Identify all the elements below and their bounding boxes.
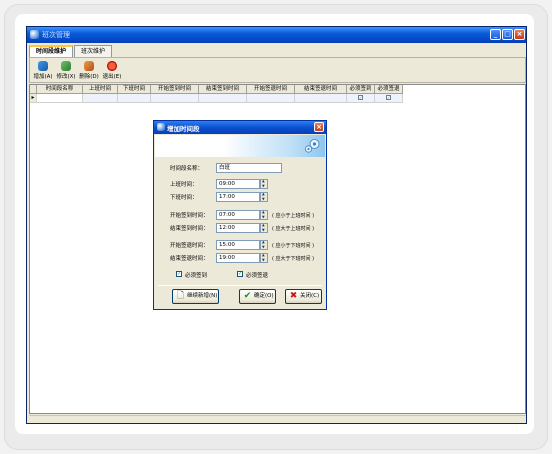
must-checkin-cell-checkbox[interactable]: ✓ [358, 95, 363, 100]
dialog-close-button[interactable]: × [314, 122, 324, 132]
table-cell[interactable] [199, 94, 247, 103]
name-label: 时间段名称： [170, 166, 204, 172]
must-checkout-label: 必须签退 [246, 273, 269, 279]
add-label: 增加(A) [33, 74, 53, 80]
edit-icon [61, 61, 71, 71]
off-time-field[interactable]: 17:00 [216, 192, 260, 202]
add-icon [38, 61, 48, 71]
checkin-end-hint: ( 应大于上班时间 ) [272, 226, 315, 232]
ok-label: 确定(O) [254, 293, 274, 299]
window-title: 班次管理 [42, 31, 70, 39]
title-bar[interactable]: 班次管理 _ □ × [27, 27, 526, 43]
checkout-start-hint: ( 应小于下班时间 ) [272, 243, 315, 249]
checkout-start-label: 开始签退时间： [170, 243, 209, 249]
checkin-start-spinner[interactable] [260, 210, 268, 220]
tab-strip: 时间段维护 班次维护 [29, 45, 113, 57]
dialog-cancel-button[interactable]: ✖ 关闭(C) [285, 289, 322, 304]
column-header[interactable]: 结束签到时间 [199, 85, 247, 94]
table-cell[interactable]: ✓ [347, 94, 375, 103]
checkout-end-label: 结束签退时间： [170, 256, 209, 262]
exit-button[interactable]: 退出(E) [101, 60, 123, 82]
off-time-label: 下班时间： [170, 195, 198, 201]
on-time-spinner[interactable] [260, 179, 268, 189]
tab-shift[interactable]: 班次维护 [74, 45, 113, 57]
table-cell[interactable] [37, 94, 83, 103]
checkin-end-label: 结束签到时间： [170, 226, 209, 232]
dialog-title: 增加时间段 [167, 125, 200, 133]
table-cell[interactable] [295, 94, 347, 103]
exit-icon [107, 61, 117, 71]
close-icon: ✖ [289, 291, 298, 301]
edit-label: 修改(X) [56, 74, 76, 80]
edit-button[interactable]: 修改(X) [55, 60, 77, 82]
dialog-close-label: 关闭(C) [300, 293, 320, 299]
dialog-banner [155, 135, 325, 157]
dialog-app-icon [157, 123, 165, 131]
column-header[interactable]: 下班时间 [118, 85, 151, 94]
column-header[interactable]: 时间段名称 [37, 85, 83, 94]
must-checkin-checkbox[interactable]: ✓ [176, 271, 182, 277]
ok-button[interactable]: ✔ 确定(O) [239, 289, 276, 304]
checkin-start-field[interactable]: 07:00 [216, 210, 260, 220]
column-header[interactable]: 必须签退 [375, 85, 403, 94]
dialog-title-bar[interactable]: 增加时间段 × [154, 121, 326, 134]
checkin-start-label: 开始签到时间： [170, 213, 209, 219]
table-cell[interactable]: ✓ [375, 94, 403, 103]
tab-time-period[interactable]: 时间段维护 [29, 45, 74, 57]
row-indicator: ▸ [30, 94, 37, 103]
maximize-button[interactable]: □ [502, 29, 513, 40]
column-header[interactable]: 上班时间 [83, 85, 118, 94]
minimize-button[interactable]: _ [490, 29, 501, 40]
table-cell[interactable] [247, 94, 295, 103]
must-checkout-checkbox[interactable]: ✓ [237, 271, 243, 277]
checkout-start-field[interactable]: 15:00 [216, 240, 260, 250]
toolbar: 增加(A) 修改(X) 删除(D) 退出(E) [29, 57, 526, 83]
table-cell[interactable] [118, 94, 151, 103]
delete-label: 删除(D) [79, 74, 99, 80]
add-time-period-dialog: 增加时间段 × 时间段名称： 白班 上班时间： 09:00 下班时间： 17:0… [153, 120, 327, 310]
check-icon: ✔ [243, 291, 252, 301]
exit-label: 退出(E) [102, 74, 122, 80]
off-time-spinner[interactable] [260, 192, 268, 202]
must-checkin-label: 必须签到 [185, 273, 208, 279]
continue-add-button[interactable]: 🗋 继续新增(N) [172, 289, 219, 304]
checkout-end-hint: ( 应大于下班时间 ) [272, 256, 315, 262]
delete-button[interactable]: 删除(D) [78, 60, 100, 82]
name-field[interactable]: 白班 [216, 163, 282, 173]
table-cell[interactable] [83, 94, 118, 103]
status-bar [29, 415, 526, 423]
checkout-end-field[interactable]: 19:00 [216, 253, 260, 263]
checkin-start-hint: ( 应小于上班时间 ) [272, 213, 315, 219]
checkout-end-spinner[interactable] [260, 253, 268, 263]
column-header[interactable]: 必须签到 [347, 85, 375, 94]
close-button[interactable]: × [514, 29, 525, 40]
app-icon [30, 30, 39, 39]
column-header[interactable]: 开始签退时间 [247, 85, 295, 94]
new-document-icon: 🗋 [176, 291, 185, 301]
table-cell[interactable] [151, 94, 199, 103]
grid-header: 时间段名称 上班时间 下班时间 开始签到时间 结束签到时间 开始签退时间 结束签… [30, 85, 403, 94]
gear-icon [304, 139, 320, 153]
table-row[interactable]: ▸ ✓ ✓ [30, 94, 403, 103]
on-time-label: 上班时间： [170, 182, 198, 188]
on-time-field[interactable]: 09:00 [216, 179, 260, 189]
delete-icon [84, 61, 94, 71]
column-header[interactable]: 结束签退时间 [295, 85, 347, 94]
checkout-start-spinner[interactable] [260, 240, 268, 250]
continue-add-label: 继续新增(N) [187, 293, 218, 299]
checkin-end-field[interactable]: 12:00 [216, 223, 260, 233]
grid-corner [30, 85, 37, 94]
dialog-separator [158, 285, 322, 286]
add-button[interactable]: 增加(A) [32, 60, 54, 82]
must-checkout-cell-checkbox[interactable]: ✓ [386, 95, 391, 100]
column-header[interactable]: 开始签到时间 [151, 85, 199, 94]
checkin-end-spinner[interactable] [260, 223, 268, 233]
